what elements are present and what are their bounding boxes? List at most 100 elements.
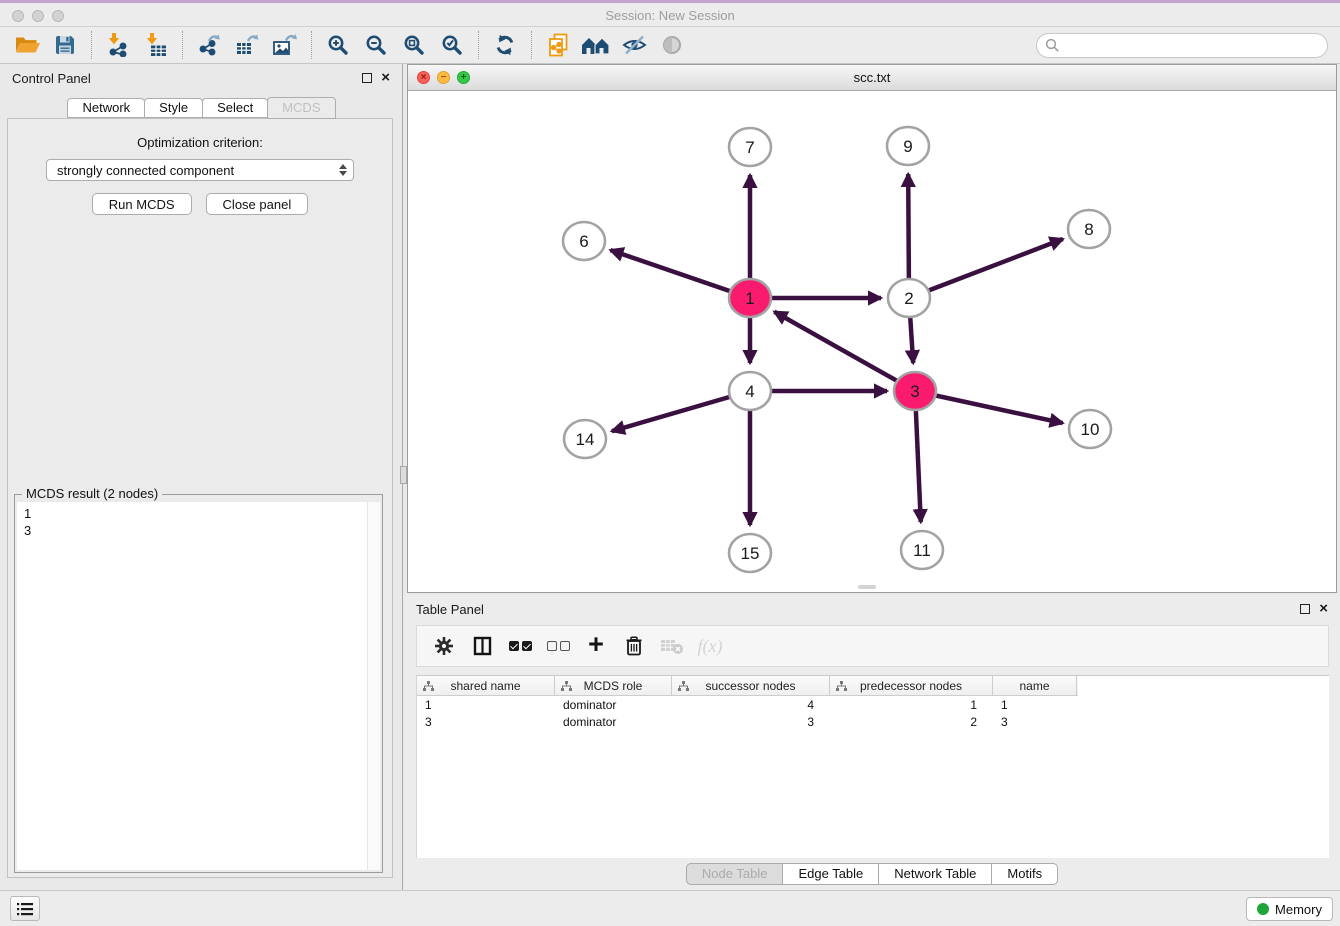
tab-style[interactable]: Style: [144, 98, 203, 118]
close-panel-icon[interactable]: ×: [381, 73, 390, 83]
graph-node-11[interactable]: 11: [901, 531, 943, 569]
svg-text:7: 7: [745, 138, 754, 157]
graph-edge-3-1[interactable]: [774, 312, 915, 391]
mcds-result-list[interactable]: 1 3: [17, 502, 380, 870]
criterion-selected-value: strongly connected component: [57, 163, 234, 178]
network-window-title: scc.txt: [408, 70, 1336, 85]
float-panel-icon[interactable]: [362, 73, 372, 83]
zoom-out-button[interactable]: [357, 29, 395, 61]
eye-slash-icon: [621, 34, 648, 56]
search-input[interactable]: [1066, 37, 1319, 54]
fx-icon: f(x): [698, 636, 723, 657]
graph-node-7[interactable]: 7: [729, 128, 771, 166]
graph-node-14[interactable]: 14: [564, 420, 606, 458]
zoom-in-button[interactable]: [319, 29, 357, 61]
clone-network-button[interactable]: [539, 29, 577, 61]
graph-node-3[interactable]: 3: [894, 372, 936, 410]
graph-node-1[interactable]: 1: [729, 279, 771, 317]
graph-edge-3-10[interactable]: [915, 391, 1063, 423]
toolbar-separator: [531, 31, 532, 59]
network-graph[interactable]: 7 9 6 8 1 2 4 3 14 10 15 11: [408, 91, 1336, 592]
column-visibility-button[interactable]: [463, 629, 501, 663]
window-titlebar: Session: New Session: [0, 0, 1340, 27]
gear-icon: [434, 636, 454, 656]
graph-node-8[interactable]: 8: [1068, 210, 1110, 248]
network-close-icon[interactable]: ×: [417, 71, 430, 84]
memory-button[interactable]: Memory: [1246, 897, 1333, 921]
toolbar-search[interactable]: [1036, 33, 1328, 58]
main-toolbar: [0, 27, 1340, 64]
close-table-panel-icon[interactable]: ×: [1319, 604, 1328, 614]
create-column-button[interactable]: +: [577, 629, 615, 663]
zoom-in-icon: [326, 33, 350, 57]
graph-node-2[interactable]: 2: [888, 279, 930, 317]
graph-edge-2-8[interactable]: [909, 239, 1063, 298]
svg-text:2: 2: [904, 289, 913, 308]
result-scrollbar[interactable]: [367, 502, 380, 870]
tab-mcds[interactable]: MCDS: [267, 97, 335, 119]
column-header-name[interactable]: name: [993, 676, 1077, 695]
import-table-button[interactable]: [137, 29, 175, 61]
export-network-button[interactable]: [190, 29, 228, 61]
network-window-titlebar[interactable]: scc.txt × − +: [408, 65, 1336, 91]
node-table-header: shared nameMCDS rolesuccessor nodesprede…: [417, 676, 1078, 696]
task-history-button[interactable]: [10, 896, 40, 921]
unchecked-boxes-icon: [547, 641, 570, 651]
column-header-MCDS-role[interactable]: MCDS role: [555, 676, 672, 695]
toolbar-separator: [91, 31, 92, 59]
deselect-all-button[interactable]: [539, 629, 577, 663]
column-tree-icon: [678, 681, 689, 691]
split-divider-grip[interactable]: [400, 466, 407, 484]
hscrollbar-thumb[interactable]: [858, 585, 876, 589]
column-header-predecessor-nodes[interactable]: predecessor nodes: [830, 676, 993, 695]
column-header-shared-name[interactable]: shared name: [417, 676, 555, 695]
select-all-button[interactable]: [501, 629, 539, 663]
svg-text:15: 15: [741, 544, 760, 563]
optimization-criterion-label: Optimization criterion:: [8, 135, 392, 150]
save-session-button[interactable]: [46, 29, 84, 61]
graph-node-10[interactable]: 10: [1069, 410, 1111, 448]
control-panel-title: Control Panel: [12, 71, 91, 86]
network-zoom-icon[interactable]: +: [457, 71, 470, 84]
home-neighborhood-button[interactable]: [577, 29, 615, 61]
column-tree-icon: [561, 681, 572, 691]
houses-icon: [581, 34, 612, 56]
import-network-button[interactable]: [99, 29, 137, 61]
window-title: Session: New Session: [0, 8, 1340, 23]
graph-node-6[interactable]: 6: [563, 222, 605, 260]
delete-table-button[interactable]: [653, 629, 691, 663]
network-minimize-icon[interactable]: −: [437, 71, 450, 84]
hide-details-button[interactable]: [615, 29, 653, 61]
show-details-button[interactable]: [653, 29, 691, 61]
zoom-selected-button[interactable]: [433, 29, 471, 61]
tab-edge-table[interactable]: Edge Table: [783, 863, 879, 885]
graph-node-4[interactable]: 4: [729, 372, 771, 410]
column-header-successor-nodes[interactable]: successor nodes: [672, 676, 830, 695]
tab-motifs[interactable]: Motifs: [992, 863, 1058, 885]
float-table-panel-icon[interactable]: [1300, 604, 1310, 614]
close-panel-button[interactable]: Close panel: [206, 193, 309, 215]
network-canvas[interactable]: 7 9 6 8 1 2 4 3 14 10 15 11: [408, 91, 1336, 592]
save-floppy-icon: [54, 34, 76, 56]
table-row[interactable]: 3dominator323: [417, 714, 1329, 730]
tab-select[interactable]: Select: [202, 98, 268, 118]
tab-node-table[interactable]: Node Table: [686, 863, 784, 885]
node-table-rows: 1dominator4113dominator323: [417, 697, 1329, 730]
tab-network-table[interactable]: Network Table: [879, 863, 992, 885]
node-table: shared nameMCDS rolesuccessor nodesprede…: [416, 675, 1329, 858]
zoom-fit-button[interactable]: [395, 29, 433, 61]
run-mcds-button[interactable]: Run MCDS: [92, 193, 192, 215]
criterion-select[interactable]: strongly connected component: [46, 159, 354, 181]
delete-column-button[interactable]: [615, 629, 653, 663]
export-image-button[interactable]: [266, 29, 304, 61]
table-settings-button[interactable]: [425, 629, 463, 663]
open-session-button[interactable]: [8, 29, 46, 61]
tab-network[interactable]: Network: [67, 98, 145, 118]
graph-node-9[interactable]: 9: [887, 127, 929, 165]
refresh-view-button[interactable]: [486, 29, 524, 61]
function-builder-button[interactable]: f(x): [691, 629, 729, 663]
clone-network-icon: [547, 33, 570, 57]
export-table-button[interactable]: [228, 29, 266, 61]
table-row[interactable]: 1dominator411: [417, 697, 1329, 713]
graph-node-15[interactable]: 15: [729, 534, 771, 572]
